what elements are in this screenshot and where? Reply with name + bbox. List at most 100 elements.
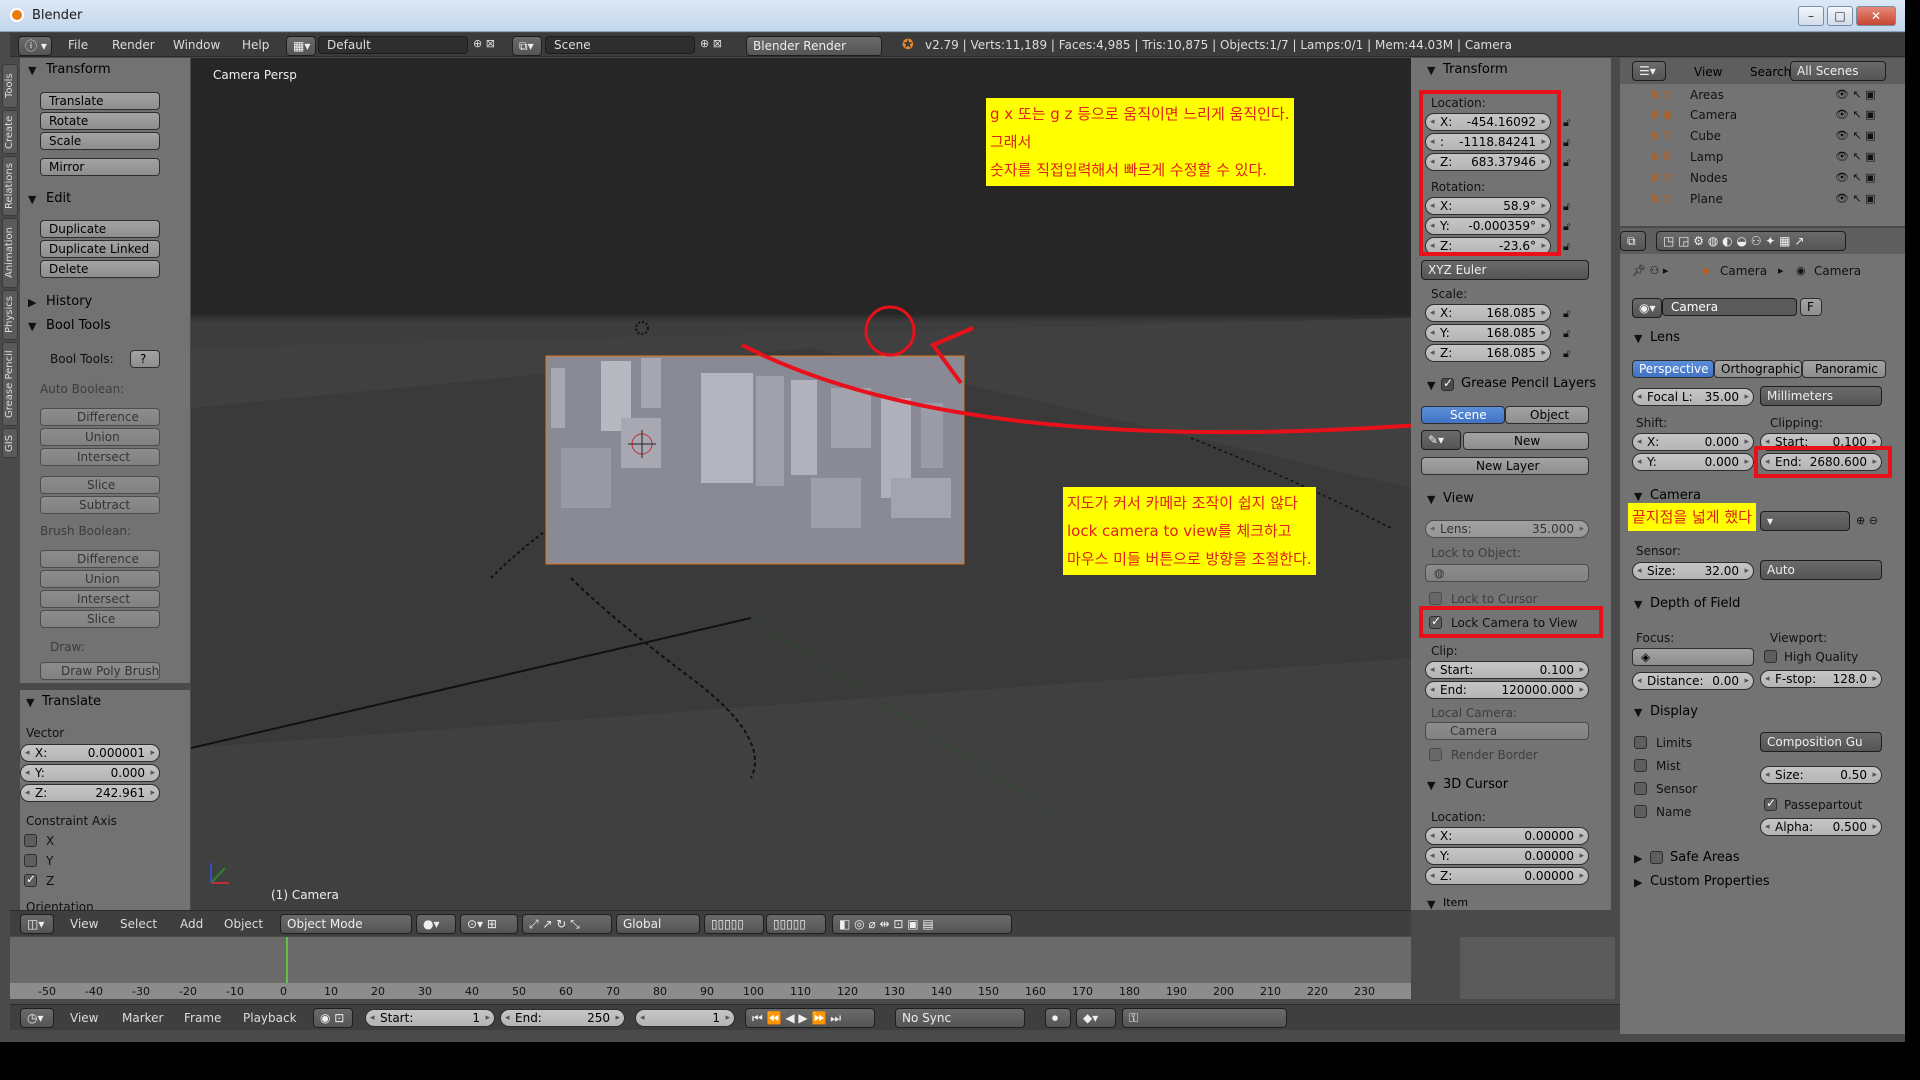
lock-icon[interactable]: 🔓︎ (1563, 307, 1570, 321)
vtab-animation[interactable]: Animation (2, 218, 18, 288)
vector-z-field[interactable]: ◂ Z: 242.961 ▸ (20, 784, 160, 802)
add-layout-icon[interactable]: ⊕ ⊠ (473, 37, 495, 50)
collapse-icon[interactable]: ▼ (1427, 379, 1435, 392)
visibility-icons[interactable]: 👁︎ ↖ ▣ (1835, 171, 1876, 184)
outliner-item[interactable]: Plane (1690, 192, 1723, 206)
draw-poly-brush-button[interactable]: Draw Poly Brush (40, 662, 160, 680)
breadcrumb-data[interactable]: Camera (1814, 264, 1861, 278)
manipulator-icons[interactable]: ⤢ ↗ ↻ ⤡ (522, 914, 612, 934)
lens-unit-select[interactable]: Millimeters (1760, 386, 1882, 406)
cursor-y-field[interactable]: ◂ Y: 0.00000 ▸ (1425, 847, 1589, 865)
cursor-x-field[interactable]: ◂ X: 0.00000 ▸ (1425, 827, 1589, 845)
rotation-mode-select[interactable]: XYZ Euler (1421, 260, 1589, 280)
cursor-z-field[interactable]: ◂ Z: 0.00000 ▸ (1425, 867, 1589, 885)
menu-view[interactable]: View (70, 917, 98, 931)
gp-object-tab[interactable]: Object (1505, 406, 1589, 424)
shading-icon[interactable]: ●▾ (416, 914, 456, 934)
vtab-create[interactable]: Create (2, 110, 18, 154)
layout-grid-icon[interactable]: ▦▾ (286, 36, 316, 56)
expand-icon[interactable]: ▶ (1634, 876, 1642, 889)
collapse-icon[interactable]: ▼ (1634, 706, 1642, 719)
collapse-icon[interactable]: ▼ (1634, 490, 1642, 503)
snap-render-icons[interactable]: ◧ ◎ ⌀ ⇹ ⊡ ▣ ▤ (832, 914, 1012, 934)
item-header[interactable]: Item (1443, 896, 1468, 909)
lock-icon[interactable]: 🔓︎ (1563, 136, 1570, 150)
lock-icon[interactable]: 🔓︎ (1563, 327, 1570, 341)
start-frame-field[interactable]: ◂ Start: 1 ▸ (365, 1009, 495, 1027)
3d-viewport[interactable]: Camera Persp (1) Camera g x 또는 g z 등으로 움… (191, 58, 1411, 910)
orientation-select[interactable]: Global (616, 914, 700, 934)
gp-new-layer-button[interactable]: New Layer (1421, 457, 1589, 475)
menu-add[interactable]: Add (180, 917, 203, 931)
menu-playback[interactable]: Playback (243, 1011, 297, 1025)
lock-icon[interactable]: 🔓︎ (1563, 220, 1570, 234)
sensor-size-field[interactable]: ◂ Size: 32.00 ▸ (1632, 562, 1754, 580)
outliner-editor-type-icon[interactable]: ☰▾ (1632, 61, 1666, 81)
scene-field[interactable]: Scene (545, 36, 695, 54)
collapse-icon[interactable]: ▼ (1634, 332, 1642, 345)
sensor-checkbox[interactable] (1634, 782, 1647, 795)
layout-field[interactable]: Default (318, 36, 468, 54)
minimize-button[interactable]: – (1798, 6, 1824, 26)
scale-button[interactable]: Scale (40, 132, 160, 150)
delete-button[interactable]: Delete (40, 260, 160, 278)
constraint-y-checkbox[interactable] (24, 854, 37, 867)
transform-header[interactable]: Transform (46, 62, 111, 77)
safe-areas-checkbox[interactable] (1650, 851, 1663, 864)
3d-cursor-header[interactable]: 3D Cursor (1443, 777, 1508, 792)
menu-select[interactable]: Select (120, 917, 157, 931)
properties-context-tabs[interactable]: ◳ ◲ ⚙ ◍ ◐ ◒ ⚇ ✦ ▦ ↗ (1656, 231, 1846, 251)
help-button[interactable]: ? (130, 350, 160, 368)
outliner-menu-search[interactable]: Search (1750, 65, 1791, 79)
menu-view[interactable]: View (70, 1011, 98, 1025)
vtab-physics[interactable]: Physics (2, 290, 18, 340)
lock-icon[interactable]: 🔓︎ (1563, 116, 1570, 130)
vtab-tools[interactable]: Tools (2, 64, 18, 108)
focal-length-field[interactable]: ◂ Focal L: 35.00 ▸ (1632, 388, 1754, 406)
history-header[interactable]: History (46, 294, 92, 309)
playback-controls[interactable]: ⏮ ⏪ ◀ ▶ ⏩ ⏭ (745, 1008, 875, 1028)
rotate-button[interactable]: Rotate (40, 112, 160, 130)
visibility-icons[interactable]: 👁︎ ↖ ▣ (1835, 88, 1876, 101)
menu-frame[interactable]: Frame (184, 1011, 221, 1025)
record-icon[interactable]: ⏺ (1045, 1008, 1071, 1028)
translate-button[interactable]: Translate (40, 92, 160, 110)
collapse-icon[interactable]: ▼ (28, 64, 36, 77)
grease-pencil-checkbox[interactable] (1441, 376, 1454, 391)
collapse-icon[interactable]: ▼ (1634, 598, 1642, 611)
menu-object[interactable]: Object (224, 917, 263, 931)
keyframe-icon[interactable]: ◆▾ (1076, 1008, 1116, 1028)
collapse-icon[interactable]: ▼ (1427, 493, 1435, 506)
keying-set-field[interactable]: ⚿ (1122, 1008, 1287, 1028)
collapse-icon[interactable]: ▼ (28, 320, 36, 333)
timeline-area[interactable] (10, 937, 1411, 983)
brush-difference-button[interactable]: Difference (40, 550, 160, 568)
scene-icon[interactable]: ⧉▾ (512, 36, 542, 56)
lock-object-field[interactable]: ◍ (1425, 564, 1589, 582)
vector-y-field[interactable]: ◂ Y: 0.000 ▸ (20, 764, 160, 782)
composition-guides-select[interactable]: Composition Gu (1760, 732, 1882, 752)
collapse-icon[interactable]: ▼ (1427, 898, 1435, 910)
camera-datablock-icon[interactable]: ◉▾ (1632, 298, 1662, 318)
booltools-header[interactable]: Bool Tools (46, 318, 111, 333)
visibility-icons[interactable]: 👁︎ ↖ ▣ (1835, 150, 1876, 163)
lock-icon[interactable]: 🔓︎ (1563, 156, 1570, 170)
timeline-editor-type-icon[interactable]: ◷▾ (20, 1008, 54, 1028)
grease-pencil-header[interactable]: Grease Pencil Layers (1461, 376, 1596, 391)
focus-object-field[interactable]: ◈ (1632, 648, 1754, 666)
constraint-z-checkbox[interactable] (24, 872, 37, 887)
scale-z-field[interactable]: ◂ Z: 168.085 ▸ (1425, 344, 1551, 362)
constraint-x-checkbox[interactable] (24, 834, 37, 847)
vtab-grease-pencil[interactable]: Grease Pencil (2, 342, 18, 426)
duplicate-linked-button[interactable]: Duplicate Linked (40, 240, 160, 258)
menu-render[interactable]: Render (112, 38, 155, 52)
outliner-item[interactable]: Camera (1690, 108, 1737, 122)
focus-distance-field[interactable]: ◂ Distance: 0.00 ▸ (1632, 672, 1754, 690)
visibility-icons[interactable]: 👁︎ ↖ ▣ (1835, 192, 1876, 205)
properties-editor-type-icon[interactable]: ⧉ (1620, 231, 1646, 251)
outliner-item[interactable]: Areas (1690, 88, 1724, 102)
visibility-icons[interactable]: 👁︎ ↖ ▣ (1835, 129, 1876, 142)
outliner-item[interactable]: Nodes (1690, 171, 1728, 185)
vtab-gis[interactable]: GIS (2, 428, 18, 458)
shift-x-field[interactable]: ◂ X: 0.000 ▸ (1632, 433, 1754, 451)
